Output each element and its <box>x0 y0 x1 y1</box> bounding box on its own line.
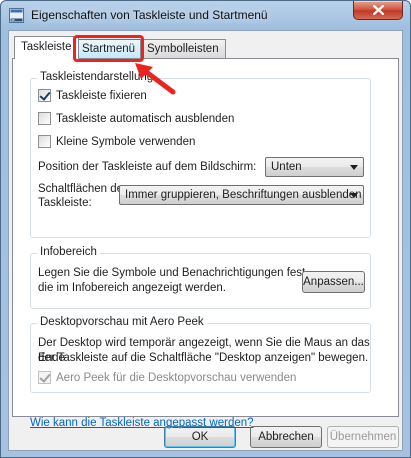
annotation-arrow-icon <box>135 63 176 95</box>
tab-panel-taskleiste: Taskleistendarstellung Taskleiste fixier… <box>12 58 399 429</box>
close-button[interactable] <box>353 1 403 20</box>
buttons-label-line1: Schaltflächen der <box>38 183 127 195</box>
checkbox-box[interactable] <box>38 89 51 102</box>
cancel-button[interactable]: Abbrechen <box>250 426 322 448</box>
checkbox-label: Taskleiste automatisch ausblenden <box>56 112 235 125</box>
checkbox-small-icons[interactable]: Kleine Symbole verwenden <box>38 135 195 148</box>
checkbox-box[interactable] <box>38 112 51 125</box>
tab-label: Taskleiste <box>21 41 72 53</box>
checkbox-box[interactable] <box>38 371 51 384</box>
dropdown-value: Unten <box>271 161 302 173</box>
dialog-client-area: Taskleiste Startmenü Symbolleisten Taskl… <box>8 30 403 451</box>
ok-button[interactable]: OK <box>164 426 236 448</box>
group-notification-area: Infobereich Legen Sie die Symbole und Be… <box>30 246 371 309</box>
window-title: Eigenschaften von Taskleiste und Startme… <box>31 8 268 22</box>
tab-taskleiste[interactable]: Taskleiste <box>14 36 79 59</box>
dropdown-value: Immer gruppieren, Beschriftungen ausblen… <box>125 189 362 201</box>
checkbox-label: Kleine Symbole verwenden <box>56 135 196 148</box>
customize-button[interactable]: Anpassen... <box>302 271 365 293</box>
aero-description-line2: der Taskleiste auf die Schaltfläche "Des… <box>38 352 369 364</box>
apply-button[interactable]: Übernehmen <box>327 426 399 448</box>
tab-symbolleisten[interactable]: Symbolleisten <box>140 39 226 59</box>
close-icon <box>373 5 384 15</box>
taskbar-buttons-dropdown[interactable]: Immer gruppieren, Beschriftungen ausblen… <box>119 185 364 205</box>
checkbox-box[interactable] <box>38 135 51 148</box>
checkbox-aero-peek[interactable]: Aero Peek für die Desktopvorschau verwen… <box>38 371 296 384</box>
checkbox-autohide-taskbar[interactable]: Taskleiste automatisch ausblenden <box>38 112 234 125</box>
group-taskbar-appearance: Taskleistendarstellung Taskleiste fixier… <box>30 71 371 238</box>
buttons-label-line2: Taskleiste: <box>38 197 92 209</box>
position-label: Position der Taskleiste auf dem Bildschi… <box>38 161 257 173</box>
help-link[interactable]: Wie kann die Taskleiste angepasst werden… <box>30 417 254 429</box>
group-title: Desktopvorschau mit Aero Peek <box>37 316 207 328</box>
chevron-down-icon <box>350 165 358 170</box>
group-aero-peek: Desktopvorschau mit Aero Peek Der Deskto… <box>30 316 371 393</box>
notification-description-line2: die im Infobereich angezeigt werden. <box>38 282 226 294</box>
position-dropdown[interactable]: Unten <box>265 157 364 177</box>
group-title: Infobereich <box>37 246 100 258</box>
taskbar-properties-icon <box>9 8 24 23</box>
annotation-highlight-box <box>73 35 144 62</box>
checkbox-label: Aero Peek für die Desktopvorschau verwen… <box>56 371 297 384</box>
properties-dialog: Eigenschaften von Taskleiste und Startme… <box>0 0 411 458</box>
title-bar[interactable]: Eigenschaften von Taskleiste und Startme… <box>1 1 410 29</box>
notification-description-line1: Legen Sie die Symbole und Benachrichtigu… <box>38 267 309 279</box>
tab-label: Symbolleisten <box>147 43 219 55</box>
chevron-down-icon <box>350 193 358 198</box>
